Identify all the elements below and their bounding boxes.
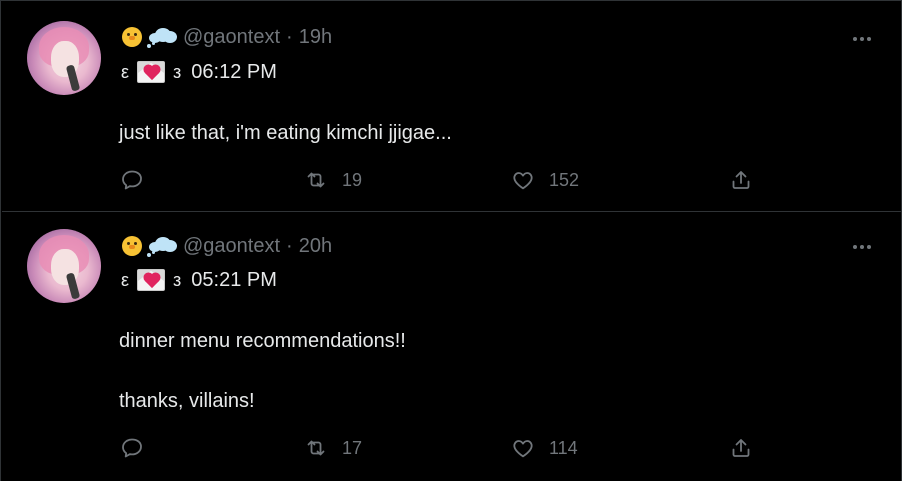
love-letter-icon — [137, 61, 166, 83]
tweet-header: @gaontext · 19h — [119, 24, 332, 50]
share-icon — [732, 439, 750, 457]
retweet-count: 19 — [342, 169, 363, 190]
retweet-icon — [307, 440, 325, 456]
share-button[interactable] — [729, 433, 753, 463]
more-horizontal-icon — [853, 37, 857, 41]
posted-time: 05:21 PM — [191, 268, 277, 291]
retweet-icon — [307, 172, 325, 188]
tweet-timestamp[interactable]: 19h — [299, 26, 332, 49]
tweet-text: just like that, i'm eating kimchi jjigae… — [119, 122, 452, 144]
reply-button[interactable] — [120, 433, 144, 463]
tweet-text-line: thanks, villains! — [119, 390, 255, 412]
avatar[interactable] — [27, 229, 101, 303]
retweet-button[interactable]: 19 — [304, 165, 362, 195]
tweet-timestamp[interactable]: 20h — [299, 235, 332, 258]
retweet-button[interactable]: 17 — [304, 433, 362, 463]
tweet-text-line: dinner menu recommendations!! — [119, 330, 406, 352]
tweet[interactable]: @gaontext · 19h ε з 06:12 PM just like t… — [2, 2, 902, 212]
baby-chick-emoji-icon — [119, 233, 145, 259]
reply-icon — [122, 438, 142, 458]
tweet[interactable]: @gaontext · 20h ε з 05:21 PM dinner menu… — [2, 212, 902, 481]
heart-icon — [513, 440, 533, 458]
like-button[interactable]: 152 — [511, 165, 579, 195]
reply-icon — [122, 170, 142, 190]
paren-close: з — [173, 61, 182, 82]
baby-chick-emoji-icon — [119, 24, 145, 50]
tweet-actions: 19 152 — [2, 165, 902, 195]
tweet-subheader: ε з 06:12 PM — [121, 58, 277, 86]
user-handle[interactable]: @gaontext — [183, 26, 280, 49]
like-count: 152 — [549, 169, 580, 190]
retweet-count: 17 — [342, 437, 363, 458]
heart-icon — [513, 172, 533, 190]
user-handle[interactable]: @gaontext — [183, 235, 280, 258]
paren-close: з — [173, 269, 182, 290]
tweet-actions: 17 114 — [2, 433, 902, 463]
share-icon — [732, 171, 750, 189]
like-button[interactable]: 114 — [511, 433, 578, 463]
tweet-subheader: ε з 05:21 PM — [121, 266, 277, 294]
header-separator: · — [286, 234, 293, 257]
reply-button[interactable] — [120, 165, 144, 195]
thought-balloon-icon — [147, 25, 177, 49]
avatar[interactable] — [27, 21, 101, 95]
more-options-button[interactable] — [850, 27, 874, 51]
more-options-button[interactable] — [850, 235, 874, 259]
tweet-header: @gaontext · 20h — [119, 233, 332, 259]
paren-open: ε — [121, 269, 130, 290]
header-separator: · — [286, 25, 293, 48]
more-horizontal-icon — [853, 245, 857, 249]
paren-open: ε — [121, 61, 130, 82]
love-letter-icon — [137, 269, 166, 291]
thought-balloon-icon — [147, 234, 177, 258]
share-button[interactable] — [729, 165, 753, 195]
posted-time: 06:12 PM — [191, 60, 277, 83]
timeline: @gaontext · 19h ε з 06:12 PM just like t… — [0, 0, 902, 481]
like-count: 114 — [549, 437, 578, 458]
